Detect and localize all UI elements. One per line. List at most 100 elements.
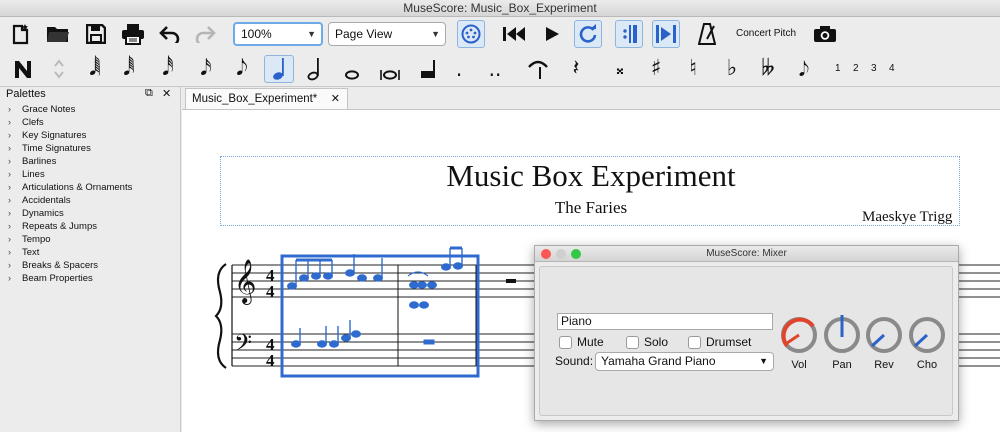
tab-music-box-experiment[interactable]: Music_Box_Experiment* ✕ [185, 88, 348, 109]
palette-item-label: Text [22, 247, 40, 258]
palette-item-accidentals[interactable]: › Accidentals [8, 194, 71, 207]
voice-3-button[interactable]: 3 [871, 63, 877, 74]
palette-item-label: Articulations & Ornaments [22, 182, 133, 193]
mute-checkbox[interactable] [559, 336, 572, 349]
camera-icon[interactable] [811, 22, 839, 46]
zoom-combobox[interactable]: 100% ▼ [233, 22, 323, 46]
chevron-right-icon: › [8, 208, 11, 218]
32nd-note-icon[interactable]: 𝅘𝅥𝅰 [157, 54, 179, 84]
measure-2-notes [407, 246, 463, 345]
midi-input-toggle[interactable] [457, 20, 485, 48]
rewind-icon[interactable] [500, 22, 528, 46]
palette-item-label: Tempo [22, 234, 51, 245]
double-flat-icon[interactable]: 𝄫 [755, 54, 781, 84]
flat-icon[interactable]: ♭ [722, 54, 742, 84]
concert-pitch-button[interactable]: Concert Pitch [736, 28, 796, 39]
palette-item-dynamics[interactable]: › Dynamics [8, 207, 64, 220]
new-score-icon[interactable] [8, 22, 34, 46]
quarter-note-toggle[interactable] [264, 55, 294, 83]
mixer-minimize-button[interactable] [556, 249, 566, 259]
chevron-right-icon: › [8, 221, 11, 231]
128th-note-icon[interactable]: 𝅘𝅥𝅲 [84, 54, 106, 84]
note-input-mode-icon[interactable] [10, 56, 36, 82]
sound-select[interactable]: Yamaha Grand Piano ▼ [595, 352, 774, 371]
musescore-window: MuseScore: Music_Box_Experiment 100% ▼ P… [0, 0, 1000, 432]
palette-item-grace-notes[interactable]: › Grace Notes [8, 103, 75, 116]
chevron-right-icon: › [8, 117, 11, 127]
voice-4-button[interactable]: 4 [889, 63, 895, 74]
breve-icon[interactable] [378, 55, 402, 83]
solo-checkbox[interactable] [626, 336, 639, 349]
palette-item-repeats-jumps[interactable]: › Repeats & Jumps [8, 220, 97, 233]
palette-item-tempo[interactable]: › Tempo [8, 233, 51, 246]
metronome-icon[interactable] [695, 22, 719, 46]
flip-direction-icon[interactable]: 𝅘𝅥𝅮 [793, 54, 815, 84]
pan-score-icon [656, 25, 676, 43]
drumset-checkbox[interactable] [688, 336, 701, 349]
close-icon[interactable]: ✕ [331, 89, 340, 109]
palette-item-label: Lines [22, 169, 45, 180]
score-title[interactable]: Music Box Experiment [182, 158, 1000, 194]
chorus-knob[interactable] [907, 315, 947, 355]
repeat-barline-icon [623, 25, 637, 43]
tie-icon[interactable] [526, 55, 550, 83]
open-folder-icon[interactable] [45, 22, 71, 46]
palette-item-clefs[interactable]: › Clefs [8, 116, 44, 129]
augmentation-dot-icon[interactable]: . [452, 54, 466, 84]
score-page[interactable]: Music Box Experiment The Faries Maeskye … [182, 109, 1000, 432]
sound-value: Yamaha Grand Piano [601, 354, 716, 368]
time-sig-bottom: 4 [266, 282, 275, 301]
redo-icon[interactable] [192, 22, 218, 46]
mixer-close-button[interactable] [541, 249, 551, 259]
64th-note-icon[interactable]: 𝅘𝅥𝅱 [118, 54, 140, 84]
palette-item-articulations-ornaments[interactable]: › Articulations & Ornaments [8, 181, 132, 194]
part-name-field[interactable]: Piano [557, 313, 773, 330]
loop-toggle[interactable] [574, 20, 602, 48]
palette-item-key-signatures[interactable]: › Key Signatures [8, 129, 86, 142]
volume-knob[interactable] [779, 315, 819, 355]
note-input-method-icon[interactable] [50, 56, 68, 82]
rest-icon[interactable]: 𝄽 [566, 54, 586, 84]
repeat-playback-toggle[interactable] [615, 20, 643, 48]
palette-item-beam-properties[interactable]: › Beam Properties [8, 272, 93, 285]
longa-icon[interactable] [416, 55, 440, 83]
close-panel-icon[interactable]: ✕ [162, 87, 171, 100]
save-icon[interactable] [83, 22, 109, 46]
note-input-toolbar: 𝅘𝅥𝅲 𝅘𝅥𝅱 𝅘𝅥𝅰 𝅘𝅥𝅯 𝅘𝅥𝅮 . .. 𝄽 𝄪 ♯ ♮ ♭ 𝄫 𝅘𝅥𝅮… [0, 51, 1000, 87]
eighth-note-icon[interactable]: 𝅘𝅥𝅮 [231, 54, 253, 84]
reverb-knob[interactable] [864, 315, 904, 355]
play-icon[interactable] [540, 22, 564, 46]
double-dot-icon[interactable]: .. [486, 54, 504, 84]
pan-knob[interactable] [822, 315, 862, 355]
view-mode-select[interactable]: Page View ▼ [328, 22, 446, 46]
16th-note-icon[interactable]: 𝅘𝅥𝅯 [195, 54, 217, 84]
chevron-right-icon: › [8, 130, 11, 140]
print-icon[interactable] [119, 22, 147, 46]
palette-item-barlines[interactable]: › Barlines [8, 155, 56, 168]
composer-text[interactable]: Maeskye Trigg [862, 209, 952, 226]
cho-label: Cho [916, 359, 938, 371]
chevron-right-icon: › [8, 182, 11, 192]
sharp-icon[interactable]: ♯ [646, 54, 666, 84]
undo-icon[interactable] [157, 22, 183, 46]
natural-icon[interactable]: ♮ [683, 54, 703, 84]
palette-item-text[interactable]: › Text [8, 246, 39, 259]
palette-item-breaks-spacers[interactable]: › Breaks & Spacers [8, 259, 98, 272]
mixer-window: MuseScore: Mixer Piano Mute Solo Drumset… [534, 245, 959, 421]
palette-item-label: Dynamics [22, 208, 64, 219]
float-panel-icon[interactable]: ⧉ [145, 87, 153, 100]
pan-score-toggle[interactable] [652, 20, 680, 48]
double-flat-down-icon[interactable]: 𝄪 [610, 54, 630, 84]
chevron-down-icon: ▼ [307, 29, 316, 39]
palette-item-label: Time Signatures [22, 143, 91, 154]
chevron-right-icon: › [8, 234, 11, 244]
palettes-panel: Palettes ⧉ ✕ › Grace Notes › Clefs › Key Sign… [0, 87, 181, 432]
pan-label: Pan [832, 359, 852, 371]
half-note-icon[interactable] [304, 55, 324, 83]
palette-item-lines[interactable]: › Lines [8, 168, 45, 181]
whole-note-icon[interactable] [342, 55, 362, 83]
mixer-zoom-button[interactable] [571, 249, 581, 259]
voice-1-button[interactable]: 1 [835, 63, 841, 74]
voice-2-button[interactable]: 2 [853, 63, 859, 74]
palette-item-time-signatures[interactable]: › Time Signatures [8, 142, 91, 155]
